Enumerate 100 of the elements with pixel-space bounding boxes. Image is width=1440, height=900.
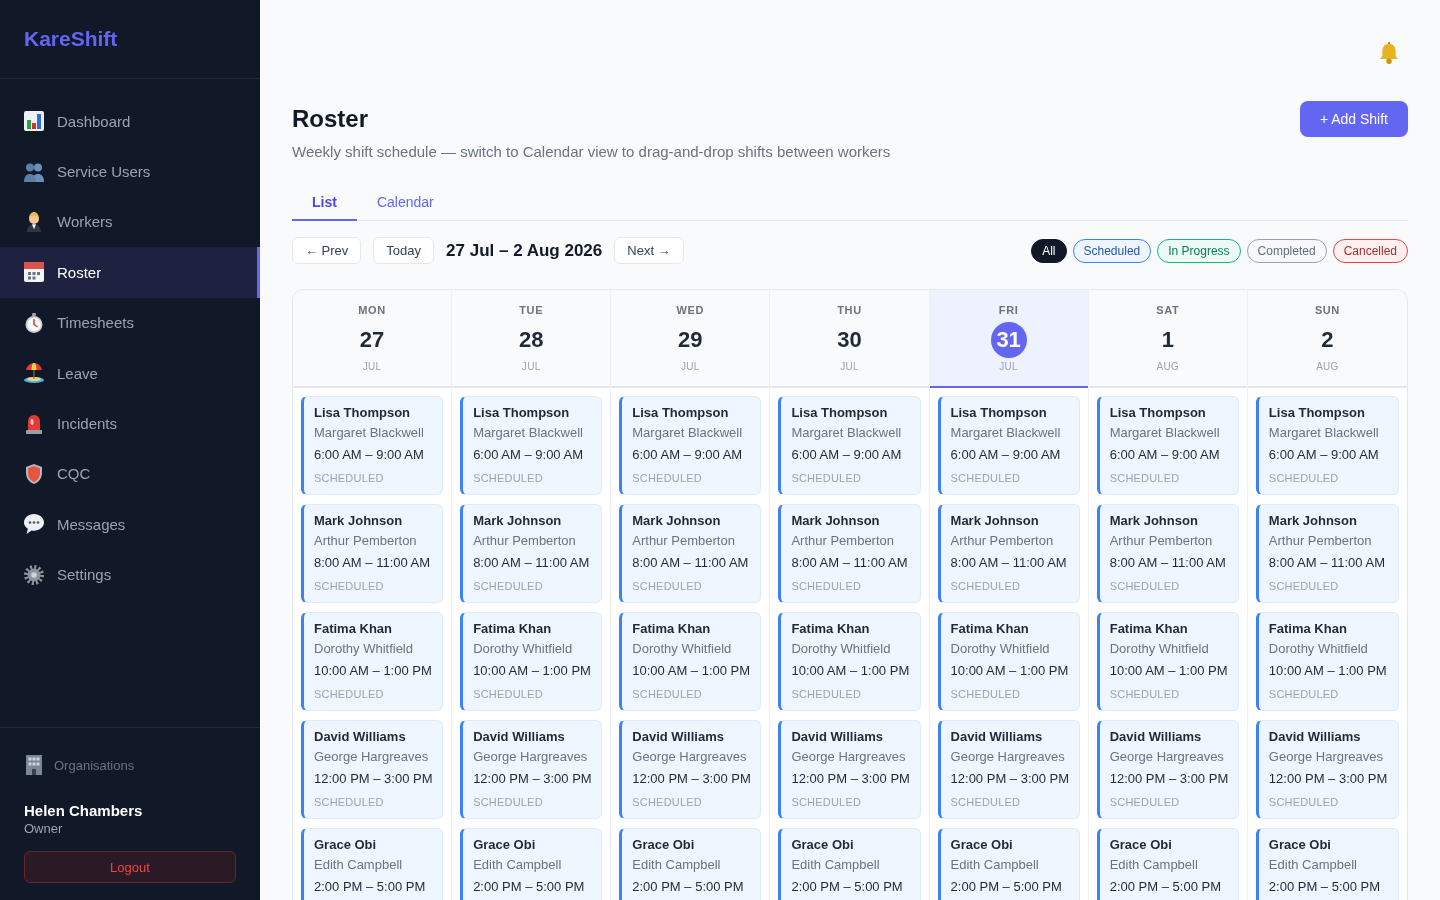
shift-status: SCHEDULED — [632, 687, 702, 702]
month-label: JUL — [999, 361, 1018, 373]
gear-icon — [24, 564, 44, 585]
shift-card[interactable]: Fatima Khan Dorothy Whitfield 10:00 AM – 1:00 PM SCHEDULED — [619, 612, 762, 711]
shift-card[interactable]: Fatima Khan Dorothy Whitfield 10:00 AM – 1:00 PM SCHEDULED — [460, 612, 603, 711]
shift-card[interactable]: Lisa Thompson Margaret Blackwell 6:00 AM – 9:00 AM SCHEDULED — [301, 396, 444, 495]
shift-card[interactable]: Lisa Thompson Margaret Blackwell 6:00 AM – 9:00 AM SCHEDULED — [778, 396, 921, 495]
shift-time: 12:00 PM – 3:00 PM — [1268, 770, 1388, 788]
shift-card[interactable]: Fatima Khan Dorothy Whitfield 10:00 AM – 1:00 PM SCHEDULED — [1255, 612, 1399, 711]
shift-card[interactable]: Lisa Thompson Margaret Blackwell 6:00 AM – 9:00 AM SCHEDULED — [619, 396, 762, 495]
status-filter-chip[interactable]: Scheduled — [1072, 238, 1152, 263]
beach-umbrella-icon — [24, 363, 44, 384]
shift-time: 12:00 PM – 3:00 PM — [1109, 770, 1229, 788]
shift-card[interactable]: David Williams George Hargreaves 12:00 PM – 3:00 PM SCHEDULED — [1096, 720, 1239, 819]
prev-week-button[interactable]: ← Prev — [292, 237, 362, 264]
shift-card[interactable]: Mark Johnson Arthur Pemberton 8:00 AM – 11:00 AM SCHEDULED — [1255, 504, 1399, 603]
shift-card[interactable]: David Williams George Hargreaves 12:00 PM – 3:00 PM SCHEDULED — [937, 720, 1080, 819]
shift-time: 8:00 AM – 11:00 AM — [1268, 554, 1385, 572]
shift-time: 8:00 AM – 11:00 AM — [473, 554, 590, 572]
shift-card[interactable]: David Williams George Hargreaves 12:00 PM – 3:00 PM SCHEDULED — [1255, 720, 1399, 819]
client-name: Arthur Pemberton — [632, 532, 735, 550]
shift-card[interactable]: Mark Johnson Arthur Pemberton 8:00 AM – 11:00 AM SCHEDULED — [778, 504, 921, 603]
organisations-link[interactable]: Organisations — [24, 755, 135, 775]
nav-item[interactable]: Messages — [0, 499, 260, 550]
worker-name: Lisa Thompson — [1109, 404, 1206, 422]
shift-card[interactable]: David Williams George Hargreaves 12:00 PM – 3:00 PM SCHEDULED — [301, 720, 444, 819]
view-tab[interactable]: Calendar — [356, 184, 454, 221]
shift-card[interactable]: David Williams George Hargreaves 12:00 PM – 3:00 PM SCHEDULED — [778, 720, 921, 819]
client-name: George Hargreaves — [791, 748, 906, 766]
shift-card[interactable]: Grace Obi Edith Campbell 2:00 PM – 5:00 PM — [619, 828, 762, 900]
nav-item[interactable]: Service Users — [0, 146, 260, 197]
worker-name: David Williams — [473, 728, 565, 746]
month-label: JUL — [840, 361, 859, 373]
shift-time: 12:00 PM – 3:00 PM — [473, 770, 592, 788]
worker-name: Lisa Thompson — [950, 404, 1047, 422]
worker-name: Fatima Khan — [314, 620, 392, 638]
shift-time: 6:00 AM – 9:00 AM — [314, 446, 424, 464]
bell-icon[interactable] — [1378, 42, 1400, 64]
worker-name: Grace Obi — [791, 836, 854, 854]
status-filter-chip[interactable]: Completed — [1246, 238, 1327, 263]
shift-time: 12:00 PM – 3:00 PM — [632, 770, 751, 788]
nav-item[interactable]: Roster — [0, 247, 260, 298]
day-number: 31 — [990, 322, 1027, 358]
nav-item[interactable]: Leave — [0, 347, 260, 399]
status-filter-chip[interactable]: All — [1031, 238, 1067, 263]
logout-button[interactable]: Logout — [24, 851, 236, 883]
shift-card[interactable]: Grace Obi Edith Campbell 2:00 PM – 5:00 PM — [778, 828, 921, 900]
month-label: AUG — [1156, 361, 1180, 373]
worker-name: Fatima Khan — [791, 620, 870, 638]
next-week-button[interactable]: Next → — [614, 237, 684, 264]
shift-card[interactable]: Fatima Khan Dorothy Whitfield 10:00 AM – 1:00 PM SCHEDULED — [937, 612, 1080, 711]
shift-card[interactable]: Mark Johnson Arthur Pemberton 8:00 AM – 11:00 AM SCHEDULED — [619, 504, 762, 603]
status-filter-chip[interactable]: In Progress — [1157, 238, 1241, 263]
shift-card[interactable]: Fatima Khan Dorothy Whitfield 10:00 AM – 1:00 PM SCHEDULED — [778, 612, 921, 711]
shift-card[interactable]: Mark Johnson Arthur Pemberton 8:00 AM – 11:00 AM SCHEDULED — [937, 504, 1080, 603]
client-name: George Hargreaves — [950, 748, 1065, 766]
worker-name: Grace Obi — [314, 836, 377, 854]
shift-card[interactable]: Grace Obi Edith Campbell 2:00 PM – 5:00 PM — [1255, 828, 1399, 900]
client-name: Dorothy Whitfield — [314, 640, 413, 658]
shift-card[interactable]: Lisa Thompson Margaret Blackwell 6:00 AM – 9:00 AM SCHEDULED — [1255, 396, 1399, 495]
status-filter-chip[interactable]: Cancelled — [1332, 238, 1408, 263]
shift-card[interactable]: Lisa Thompson Margaret Blackwell 6:00 AM – 9:00 AM SCHEDULED — [1096, 396, 1239, 495]
nav-item[interactable]: Workers — [0, 196, 260, 248]
shift-time: 10:00 AM – 1:00 PM — [473, 662, 591, 680]
shift-status: SCHEDULED — [632, 795, 702, 810]
shift-card[interactable]: Grace Obi Edith Campbell 2:00 PM – 5:00 PM — [1096, 828, 1239, 900]
worker-name: Mark Johnson — [950, 512, 1039, 530]
today-button[interactable]: Today — [373, 237, 435, 264]
shift-card[interactable]: Grace Obi Edith Campbell 2:00 PM – 5:00 PM — [301, 828, 444, 900]
shift-card[interactable]: Fatima Khan Dorothy Whitfield 10:00 AM – 1:00 PM SCHEDULED — [301, 612, 444, 711]
shift-card[interactable]: Grace Obi Edith Campbell 2:00 PM – 5:00 PM — [460, 828, 603, 900]
add-shift-button[interactable]: + Add Shift — [1299, 101, 1408, 137]
shift-status: SCHEDULED — [791, 795, 862, 810]
weekday-label: THU — [837, 304, 862, 316]
view-tab[interactable]: List — [292, 184, 357, 221]
nav-item[interactable]: Dashboard — [0, 96, 260, 147]
nav-item[interactable]: Incidents — [0, 398, 260, 449]
shift-card[interactable]: David Williams George Hargreaves 12:00 PM – 3:00 PM SCHEDULED — [619, 720, 762, 819]
shift-status: SCHEDULED — [791, 687, 862, 702]
shift-time: 6:00 AM – 9:00 AM — [791, 446, 902, 464]
shift-card[interactable]: Mark Johnson Arthur Pemberton 8:00 AM – 11:00 AM SCHEDULED — [1096, 504, 1239, 603]
shift-time: 10:00 AM – 1:00 PM — [314, 662, 432, 680]
nav-item[interactable]: Timesheets — [0, 297, 260, 348]
bar-chart-icon — [24, 111, 44, 132]
nav-item[interactable]: CQC — [0, 448, 260, 500]
client-name: Arthur Pemberton — [950, 532, 1054, 550]
shift-card[interactable]: Mark Johnson Arthur Pemberton 8:00 AM – 11:00 AM SCHEDULED — [460, 504, 603, 603]
client-name: Margaret Blackwell — [632, 424, 743, 442]
shift-card[interactable]: Fatima Khan Dorothy Whitfield 10:00 AM – 1:00 PM SCHEDULED — [1096, 612, 1239, 711]
shift-card[interactable]: Lisa Thompson Margaret Blackwell 6:00 AM – 9:00 AM SCHEDULED — [937, 396, 1080, 495]
shift-card[interactable]: Lisa Thompson Margaret Blackwell 6:00 AM – 9:00 AM SCHEDULED — [460, 396, 603, 495]
nav-item[interactable]: Settings — [0, 549, 260, 600]
shift-time: 12:00 PM – 3:00 PM — [314, 770, 433, 788]
shift-card[interactable]: David Williams George Hargreaves 12:00 PM – 3:00 PM SCHEDULED — [460, 720, 603, 819]
client-name: Dorothy Whitfield — [1268, 640, 1368, 658]
date-range: 27 Jul – 2 Aug 2026 — [446, 240, 603, 261]
shift-card[interactable]: Mark Johnson Arthur Pemberton 8:00 AM – 11:00 AM SCHEDULED — [301, 504, 444, 603]
client-name: George Hargreaves — [1109, 748, 1224, 766]
shift-card[interactable]: Grace Obi Edith Campbell 2:00 PM – 5:00 PM — [937, 828, 1080, 900]
shift-time: 6:00 AM – 9:00 AM — [1109, 446, 1220, 464]
